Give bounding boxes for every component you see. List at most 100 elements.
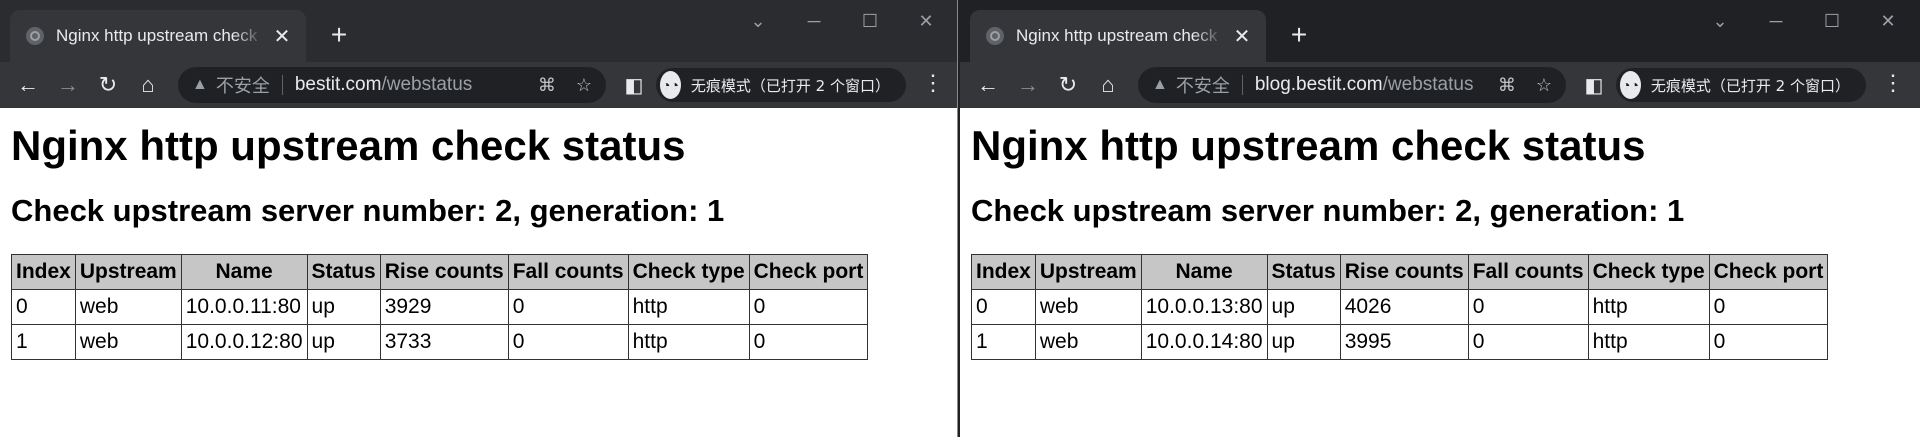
page-subtitle: Check upstream server number: 2, generat… — [971, 193, 1685, 228]
table-cell: 0 — [507, 324, 629, 360]
address-bar[interactable]: ▲ 不安全 blog.bestit.com/webstatus ⌘ ☆ — [1138, 67, 1566, 103]
forward-arrow-icon[interactable]: → — [48, 65, 88, 105]
page-title: Nginx http upstream check status — [971, 122, 1646, 169]
security-label: 不安全 — [215, 76, 270, 96]
column-header: Upstream — [1034, 254, 1142, 290]
table-cell: web — [1034, 324, 1142, 360]
plus-icon[interactable]: + — [1282, 18, 1316, 52]
address-bar[interactable]: ▲ 不安全 bestit.com/webstatus ⌘ ☆ — [178, 67, 606, 103]
url-path: /webstatus — [1382, 74, 1474, 95]
close-window-button[interactable]: ✕ — [1860, 4, 1916, 38]
page-subtitle: Check upstream server number: 2, generat… — [11, 193, 725, 228]
tab-strip: Nginx http upstream check status ✕ + ⌄ ─… — [960, 0, 1920, 62]
table-cell: up — [1266, 324, 1341, 360]
home-icon[interactable]: ⌂ — [1088, 65, 1128, 105]
url-text[interactable]: bestit.com/webstatus — [295, 74, 528, 96]
table-cell: http — [1587, 289, 1710, 325]
home-icon[interactable]: ⌂ — [128, 65, 168, 105]
globe-icon — [986, 27, 1004, 45]
security-indicator[interactable]: ▲ 不安全 — [192, 72, 270, 98]
table-cell: 3995 — [1339, 324, 1469, 360]
column-header: Name — [1140, 254, 1268, 290]
table-row: 1 web 10.0.0.14:80 up 3995 0 http 0 — [971, 324, 1829, 360]
table-cell: 0 — [1708, 289, 1829, 325]
kebab-menu-icon[interactable]: ⋮ — [918, 70, 948, 96]
url-path: /webstatus — [381, 74, 473, 95]
table-cell: 1 — [11, 324, 76, 360]
maximize-button[interactable]: ☐ — [1804, 4, 1860, 38]
table-row: 0 web 10.0.0.11:80 up 3929 0 http 0 — [11, 289, 869, 325]
table-cell: up — [306, 289, 381, 325]
incognito-label: 无痕模式（已打开 2 个窗口） — [690, 76, 890, 95]
status-table: Index Upstream Name Status Rise counts F… — [971, 254, 1829, 360]
toolbar: ← → ↻ ⌂ ▲ 不安全 bestit.com/webstatus ⌘ ☆ ◧… — [0, 62, 957, 108]
table-cell: 0 — [507, 289, 629, 325]
incognito-icon: ◔◔ — [660, 71, 681, 99]
window-controls: ⌄ ─ ☐ ✕ — [730, 4, 954, 38]
close-icon[interactable]: ✕ — [1230, 24, 1254, 49]
table-cell: web — [1034, 289, 1142, 325]
column-header: Upstream — [74, 254, 182, 290]
table-cell: 10.0.0.14:80 — [1140, 324, 1268, 360]
back-arrow-icon[interactable]: ← — [8, 65, 48, 105]
url-host: bestit.com — [294, 74, 382, 95]
tab-strip: Nginx http upstream check status ✕ + ⌄ ─… — [0, 0, 957, 62]
minimize-button[interactable]: ─ — [1748, 4, 1804, 38]
minimize-button[interactable]: ─ — [786, 4, 842, 38]
forward-arrow-icon[interactable]: → — [1008, 65, 1048, 105]
plus-icon[interactable]: + — [322, 18, 356, 52]
reload-icon[interactable]: ↻ — [1048, 65, 1088, 105]
table-cell: 3929 — [379, 289, 509, 325]
table-header-row: Index Upstream Name Status Rise counts F… — [11, 254, 869, 290]
incognito-indicator[interactable]: ◔◔ 无痕模式（已打开 2 个窗口） — [1616, 68, 1866, 102]
column-header: Check type — [627, 254, 750, 290]
browser-window-right: Nginx http upstream check status ✕ + ⌄ ─… — [960, 0, 1920, 437]
translate-icon[interactable]: ⌘ — [1498, 75, 1516, 96]
table-cell: http — [627, 324, 750, 360]
side-panel-icon[interactable]: ◧ — [1579, 70, 1609, 100]
table-row: 1 web 10.0.0.12:80 up 3733 0 http 0 — [11, 324, 869, 360]
table-cell: 10.0.0.12:80 — [180, 324, 308, 360]
security-indicator[interactable]: ▲ 不安全 — [1152, 72, 1230, 98]
column-header: Rise counts — [1339, 254, 1469, 290]
column-header: Index — [11, 254, 76, 290]
column-header: Fall counts — [1467, 254, 1589, 290]
column-header: Status — [306, 254, 381, 290]
page-title: Nginx http upstream check status — [11, 122, 686, 169]
table-cell: web — [74, 324, 182, 360]
chevron-down-icon[interactable]: ⌄ — [1692, 4, 1748, 38]
incognito-indicator[interactable]: ◔◔ 无痕模式（已打开 2 个窗口） — [656, 68, 906, 102]
column-header: Check port — [748, 254, 869, 290]
table-cell: http — [627, 289, 750, 325]
table-cell: 3733 — [379, 324, 509, 360]
kebab-menu-icon[interactable]: ⋮ — [1878, 70, 1908, 96]
reload-icon[interactable]: ↻ — [88, 65, 128, 105]
table-header-row: Index Upstream Name Status Rise counts F… — [971, 254, 1829, 290]
table-cell: 0 — [748, 289, 869, 325]
maximize-button[interactable]: ☐ — [842, 4, 898, 38]
close-icon[interactable]: ✕ — [270, 24, 294, 49]
star-icon[interactable]: ☆ — [1536, 75, 1552, 96]
toolbar: ← → ↻ ⌂ ▲ 不安全 blog.bestit.com/webstatus … — [960, 62, 1920, 108]
tab-active[interactable]: Nginx http upstream check status ✕ — [10, 10, 306, 62]
chevron-down-icon[interactable]: ⌄ — [730, 4, 786, 38]
status-table: Index Upstream Name Status Rise counts F… — [11, 254, 869, 360]
table-cell: 0 — [11, 289, 76, 325]
url-text[interactable]: blog.bestit.com/webstatus — [1255, 74, 1488, 96]
column-header: Status — [1266, 254, 1341, 290]
table-row: 0 web 10.0.0.13:80 up 4026 0 http 0 — [971, 289, 1829, 325]
star-icon[interactable]: ☆ — [576, 75, 592, 96]
page-content: Nginx http upstream check status Check u… — [0, 120, 957, 360]
translate-icon[interactable]: ⌘ — [538, 75, 556, 96]
url-host: blog.bestit.com — [1254, 74, 1383, 95]
tab-active[interactable]: Nginx http upstream check status ✕ — [970, 10, 1266, 62]
divider — [1241, 75, 1243, 95]
back-arrow-icon[interactable]: ← — [968, 65, 1008, 105]
page-content: Nginx http upstream check status Check u… — [960, 120, 1920, 360]
incognito-label: 无痕模式（已打开 2 个窗口） — [1650, 76, 1850, 95]
table-cell: web — [74, 289, 182, 325]
warning-icon: ▲ — [192, 76, 208, 93]
close-window-button[interactable]: ✕ — [898, 4, 954, 38]
table-cell: up — [306, 324, 381, 360]
side-panel-icon[interactable]: ◧ — [619, 70, 649, 100]
